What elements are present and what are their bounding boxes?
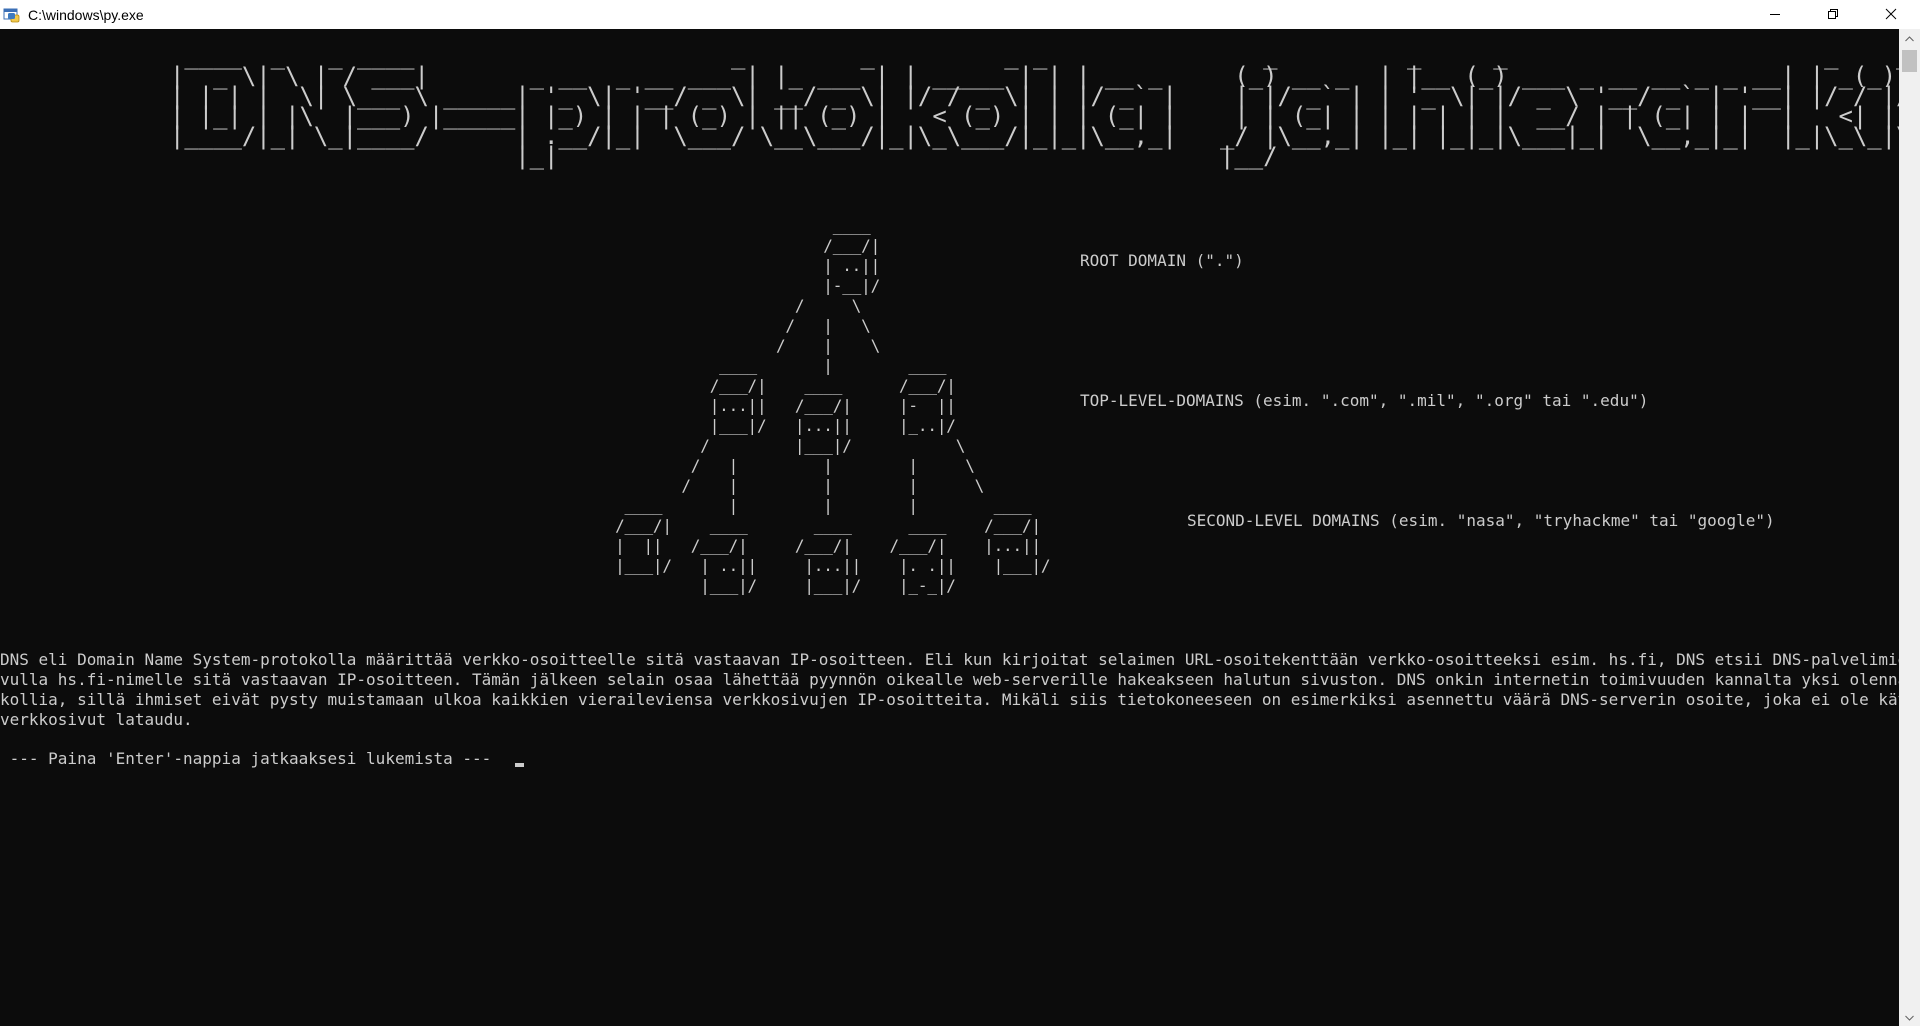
scroll-up-button[interactable]	[1899, 29, 1920, 47]
paragraph-line: vulla hs.fi-nimelle sitä vastaavan IP-os…	[0, 670, 1899, 689]
restore-button[interactable]	[1804, 0, 1862, 29]
tree-line: / | | | \	[0, 476, 985, 495]
second-level-domains-label: SECOND-LEVEL DOMAINS (esim. "nasa", "try…	[1187, 511, 1775, 530]
console-window: C:\windows\py.exe ____ _ _ ____ _ _ _ _ …	[0, 0, 1920, 1026]
scroll-down-button[interactable]	[1899, 1008, 1920, 1026]
tree-line: | || /___/| /___/| /___/| |...||	[0, 536, 1041, 555]
tree-line: / | \	[0, 336, 881, 355]
tree-line: ____	[0, 216, 871, 235]
minimize-icon	[1769, 7, 1781, 23]
paragraph-line: DNS eli Domain Name System-protokolla mä…	[0, 650, 1899, 669]
tree-line: /___/| ____ ____ ____ /___/|	[0, 516, 1041, 535]
tree-line: /___/| ____ /___/|	[0, 376, 956, 395]
scroll-up-arrow-icon	[1905, 29, 1914, 47]
tree-line: ____ | ____	[0, 356, 947, 375]
dns-description-paragraph: DNS eli Domain Name System-protokolla mä…	[0, 650, 1899, 730]
tree-line: |___|/ |___|/ |_-_|/	[0, 576, 956, 595]
dns-hierarchy-ascii-tree: ____ /___/| | ..|| |-__|/ / \ / | \ / | …	[0, 216, 1050, 596]
console-output[interactable]: ____ _ _ ____ _ _ _ _ _ _ _ _ _ | _ \| \…	[0, 29, 1899, 1026]
scroll-down-arrow-icon	[1905, 1008, 1914, 1026]
tree-line: /___/|	[0, 236, 881, 255]
tree-line: |___|/ |...|| |_..|/	[0, 416, 956, 435]
python-app-icon	[3, 7, 21, 23]
close-button[interactable]	[1862, 0, 1920, 29]
text-cursor	[514, 763, 524, 767]
tree-line: | ..||	[0, 256, 881, 275]
tree-line: / |___|/ \	[0, 436, 966, 455]
top-level-domains-label: TOP-LEVEL-DOMAINS (esim. ".com", ".mil",…	[1080, 391, 1649, 410]
tree-line: / | | | \	[0, 456, 975, 475]
continue-prompt-text: --- Paina 'Enter'-nappia jatkaaksesi luk…	[0, 749, 501, 768]
tree-line: / | \	[0, 316, 871, 335]
paragraph-line: verkkosivut lataudu.	[0, 710, 193, 729]
ascii-title-banner: ____ _ _ ____ _ _ _ _ _ _ _ _ _ | _ \| \…	[170, 44, 1899, 168]
tree-line: ____ | | | ____	[0, 496, 1032, 515]
tree-line: |...|| /___/| |- ||	[0, 396, 956, 415]
banner-line: |_| |__/	[170, 142, 1899, 170]
continue-prompt: --- Paina 'Enter'-nappia jatkaaksesi luk…	[0, 749, 524, 769]
window-title: C:\windows\py.exe	[28, 6, 144, 23]
scroll-thumb[interactable]	[1902, 50, 1917, 72]
title-bar[interactable]: C:\windows\py.exe	[0, 0, 1920, 29]
paragraph-line: kollia, sillä ihmiset eivät pysty muista…	[0, 690, 1899, 709]
vertical-scrollbar[interactable]	[1899, 29, 1920, 1026]
tree-line: / \	[0, 296, 862, 315]
tree-line: |-__|/	[0, 276, 881, 295]
tree-line: |___|/ | ..|| |...|| |. .|| |___|/	[0, 556, 1051, 575]
root-domain-label: ROOT DOMAIN (".")	[1080, 251, 1244, 270]
close-icon	[1885, 7, 1897, 23]
minimize-button[interactable]	[1746, 0, 1804, 29]
restore-icon	[1827, 7, 1839, 23]
